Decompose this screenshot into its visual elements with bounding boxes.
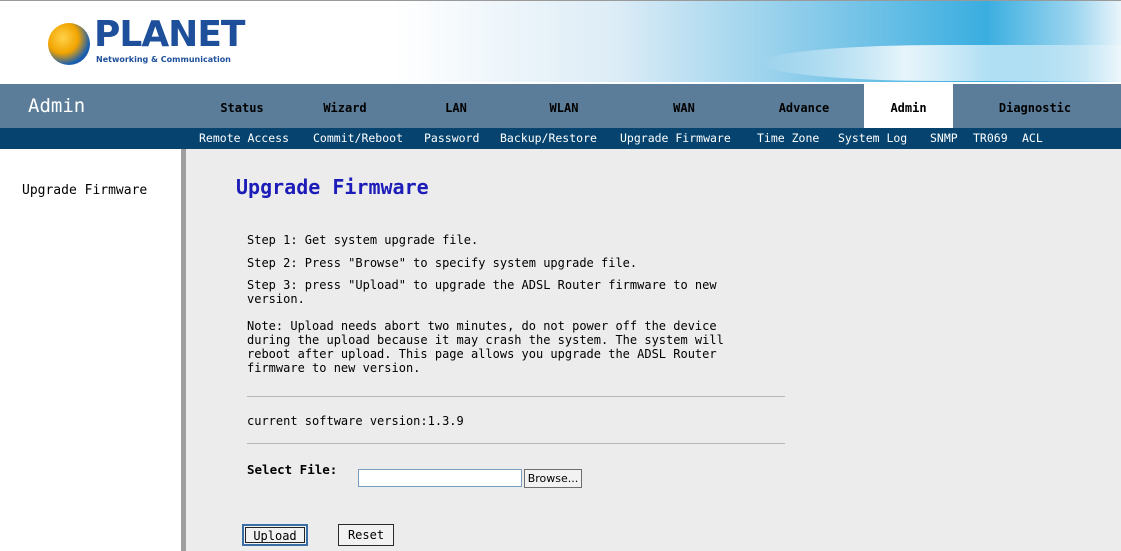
software-version: current software version:1.3.9 — [247, 414, 464, 428]
subnav-system-log[interactable]: System Log — [838, 128, 907, 149]
subnav-remote-access[interactable]: Remote Access — [199, 128, 289, 149]
divider-top — [247, 396, 785, 397]
nav-tab-status[interactable]: Status — [200, 84, 284, 128]
nav-tab-wlan[interactable]: WLAN — [522, 84, 606, 128]
file-path-input[interactable] — [358, 469, 522, 487]
subnav-snmp[interactable]: SNMP — [930, 128, 958, 149]
logo-text: PLANET — [94, 14, 245, 55]
subnav-upgrade-firmware[interactable]: Upgrade Firmware — [620, 128, 731, 149]
nav-tab-wizard[interactable]: Wizard — [300, 84, 390, 128]
subnav-tr069[interactable]: TR069 — [973, 128, 1008, 149]
browse-button[interactable]: Browse... — [524, 469, 582, 488]
nav-tab-advance[interactable]: Advance — [752, 84, 856, 128]
page-title: Upgrade Firmware — [236, 175, 429, 199]
content-panel: Upgrade Firmware Step 1: Get system upgr… — [186, 149, 1121, 551]
banner-decoration — [761, 45, 1121, 81]
divider-bottom — [247, 443, 785, 444]
sub-nav: Remote Access Commit/Reboot Password Bac… — [0, 128, 1121, 149]
nav-tab-lan[interactable]: LAN — [418, 84, 494, 128]
step-1-text: Step 1: Get system upgrade file. — [247, 233, 479, 247]
step-3-text: Step 3: press "Upload" to upgrade the AD… — [247, 278, 717, 306]
nav-tab-diagnostic[interactable]: Diagnostic — [975, 84, 1095, 128]
header-banner: PLANET Networking & Communication — [0, 0, 1121, 82]
nav-tab-wan[interactable]: WAN — [642, 84, 726, 128]
subnav-commit-reboot[interactable]: Commit/Reboot — [313, 128, 403, 149]
subnav-acl[interactable]: ACL — [1022, 128, 1043, 149]
step-2-text: Step 2: Press "Browse" to specify system… — [247, 256, 638, 270]
logo-tagline: Networking & Communication — [96, 55, 231, 64]
select-file-label: Select File: — [247, 462, 338, 477]
section-title: Admin — [28, 95, 86, 117]
subnav-password[interactable]: Password — [424, 128, 479, 149]
upload-button[interactable]: Upload — [242, 524, 308, 546]
subnav-time-zone[interactable]: Time Zone — [757, 128, 819, 149]
logo-globe-icon — [48, 23, 90, 65]
nav-tab-admin[interactable]: Admin — [864, 84, 953, 128]
planet-logo: PLANET Networking & Communication — [48, 15, 248, 73]
sidebar: Upgrade Firmware — [0, 149, 186, 551]
note-text: Note: Upload needs abort two minutes, do… — [247, 319, 724, 375]
subnav-backup-restore[interactable]: Backup/Restore — [500, 128, 597, 149]
sidebar-item-upgrade-firmware[interactable]: Upgrade Firmware — [22, 183, 147, 198]
main-nav: Admin Status Wizard LAN WLAN WAN Advance… — [0, 84, 1121, 128]
reset-button[interactable]: Reset — [338, 524, 394, 546]
